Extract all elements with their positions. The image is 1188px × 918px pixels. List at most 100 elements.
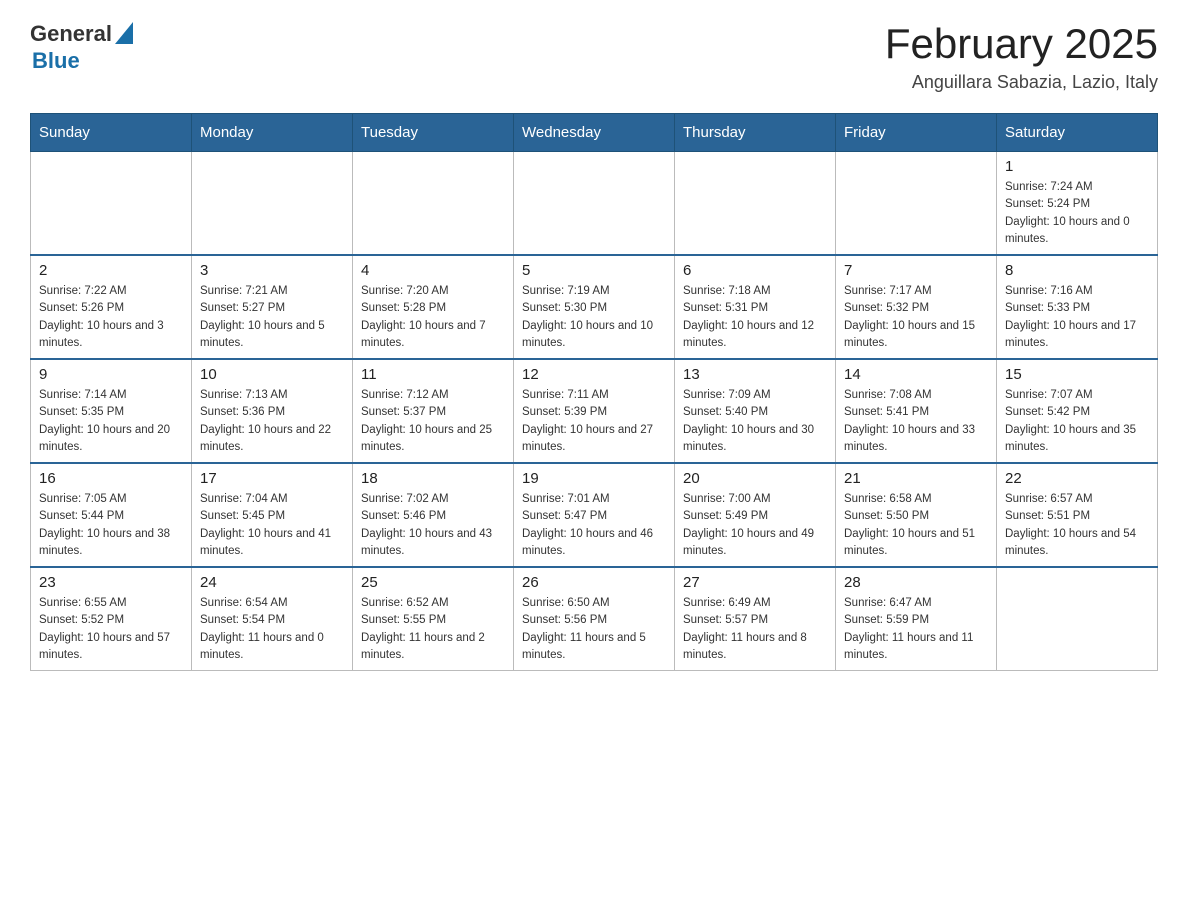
day-info: Sunrise: 7:11 AMSunset: 5:39 PMDaylight:… (522, 387, 666, 456)
day-info: Sunrise: 6:49 AMSunset: 5:57 PMDaylight:… (683, 595, 827, 664)
day-number: 18 (361, 470, 505, 487)
day-info: Sunrise: 7:01 AMSunset: 5:47 PMDaylight:… (522, 491, 666, 560)
day-number: 7 (844, 262, 988, 279)
calendar-day-cell (31, 152, 192, 256)
calendar-day-cell: 23 Sunrise: 6:55 AMSunset: 5:52 PMDayligh… (31, 567, 192, 671)
col-tuesday: Tuesday (353, 114, 514, 152)
calendar-day-cell (192, 152, 353, 256)
day-number: 15 (1005, 366, 1149, 383)
page-header: General Blue February 2025 Anguillara Sa… (30, 20, 1158, 93)
calendar-day-cell: 18 Sunrise: 7:02 AMSunset: 5:46 PMDayligh… (353, 463, 514, 567)
calendar-day-cell (675, 152, 836, 256)
day-info: Sunrise: 7:16 AMSunset: 5:33 PMDaylight:… (1005, 283, 1149, 352)
day-number: 23 (39, 574, 183, 591)
day-info: Sunrise: 6:55 AMSunset: 5:52 PMDaylight:… (39, 595, 183, 664)
calendar-day-cell: 11 Sunrise: 7:12 AMSunset: 5:37 PMDayligh… (353, 359, 514, 463)
calendar-day-cell: 19 Sunrise: 7:01 AMSunset: 5:47 PMDayligh… (514, 463, 675, 567)
calendar-day-cell: 12 Sunrise: 7:11 AMSunset: 5:39 PMDayligh… (514, 359, 675, 463)
day-info: Sunrise: 7:05 AMSunset: 5:44 PMDaylight:… (39, 491, 183, 560)
calendar-day-cell: 6 Sunrise: 7:18 AMSunset: 5:31 PMDaylight… (675, 255, 836, 359)
day-number: 4 (361, 262, 505, 279)
logo-triangle-icon (115, 22, 133, 44)
calendar-day-cell: 25Sunrise: 6:52 AMSunset: 5:55 PMDayligh… (353, 567, 514, 671)
day-number: 8 (1005, 262, 1149, 279)
day-number: 10 (200, 366, 344, 383)
col-monday: Monday (192, 114, 353, 152)
col-thursday: Thursday (675, 114, 836, 152)
title-block: February 2025 Anguillara Sabazia, Lazio,… (885, 20, 1158, 93)
calendar-day-cell: 22 Sunrise: 6:57 AMSunset: 5:51 PMDayligh… (997, 463, 1158, 567)
calendar-day-cell: 13 Sunrise: 7:09 AMSunset: 5:40 PMDayligh… (675, 359, 836, 463)
day-number: 20 (683, 470, 827, 487)
calendar-day-cell: 17 Sunrise: 7:04 AMSunset: 5:45 PMDayligh… (192, 463, 353, 567)
day-number: 21 (844, 470, 988, 487)
calendar-day-cell: 10Sunrise: 7:13 AMSunset: 5:36 PMDayligh… (192, 359, 353, 463)
calendar-day-cell (353, 152, 514, 256)
day-info: Sunrise: 7:18 AMSunset: 5:31 PMDaylight:… (683, 283, 827, 352)
day-info: Sunrise: 7:08 AMSunset: 5:41 PMDaylight:… (844, 387, 988, 456)
day-info: Sunrise: 6:47 AMSunset: 5:59 PMDaylight:… (844, 595, 988, 664)
calendar-day-cell: 15 Sunrise: 7:07 AMSunset: 5:42 PMDayligh… (997, 359, 1158, 463)
day-info: Sunrise: 6:57 AMSunset: 5:51 PMDaylight:… (1005, 491, 1149, 560)
col-wednesday: Wednesday (514, 114, 675, 152)
calendar-day-cell: 20 Sunrise: 7:00 AMSunset: 5:49 PMDayligh… (675, 463, 836, 567)
calendar-day-cell: 28 Sunrise: 6:47 AMSunset: 5:59 PMDayligh… (836, 567, 997, 671)
day-number: 19 (522, 470, 666, 487)
calendar-table: Sunday Monday Tuesday Wednesday Thursday… (30, 113, 1158, 671)
day-info: Sunrise: 6:58 AMSunset: 5:50 PMDaylight:… (844, 491, 988, 560)
calendar-day-cell: 2 Sunrise: 7:22 AMSunset: 5:26 PMDaylight… (31, 255, 192, 359)
day-number: 6 (683, 262, 827, 279)
logo: General Blue (30, 20, 133, 73)
day-number: 24 (200, 574, 344, 591)
day-info: Sunrise: 7:21 AMSunset: 5:27 PMDaylight:… (200, 283, 344, 352)
calendar-day-cell: 14Sunrise: 7:08 AMSunset: 5:41 PMDayligh… (836, 359, 997, 463)
logo-general: General (30, 22, 112, 46)
day-number: 5 (522, 262, 666, 279)
day-info: Sunrise: 7:07 AMSunset: 5:42 PMDaylight:… (1005, 387, 1149, 456)
day-info: Sunrise: 7:17 AMSunset: 5:32 PMDaylight:… (844, 283, 988, 352)
day-info: Sunrise: 7:04 AMSunset: 5:45 PMDaylight:… (200, 491, 344, 560)
calendar-day-cell: 3Sunrise: 7:21 AMSunset: 5:27 PMDaylight… (192, 255, 353, 359)
calendar-day-cell: 16Sunrise: 7:05 AMSunset: 5:44 PMDayligh… (31, 463, 192, 567)
col-sunday: Sunday (31, 114, 192, 152)
day-number: 25 (361, 574, 505, 591)
day-number: 1 (1005, 158, 1149, 175)
calendar-day-cell: 7 Sunrise: 7:17 AMSunset: 5:32 PMDaylight… (836, 255, 997, 359)
day-number: 27 (683, 574, 827, 591)
calendar-day-cell (514, 152, 675, 256)
month-title: February 2025 (885, 20, 1158, 68)
day-info: Sunrise: 7:00 AMSunset: 5:49 PMDaylight:… (683, 491, 827, 560)
day-number: 11 (361, 366, 505, 383)
calendar-week-row: 16Sunrise: 7:05 AMSunset: 5:44 PMDayligh… (31, 463, 1158, 567)
calendar-day-cell: 24 Sunrise: 6:54 AMSunset: 5:54 PMDayligh… (192, 567, 353, 671)
calendar-day-cell: 1 Sunrise: 7:24 AMSunset: 5:24 PMDaylight… (997, 152, 1158, 256)
day-info: Sunrise: 6:50 AMSunset: 5:56 PMDaylight:… (522, 595, 666, 664)
day-number: 28 (844, 574, 988, 591)
day-info: Sunrise: 6:54 AMSunset: 5:54 PMDaylight:… (200, 595, 344, 664)
day-number: 9 (39, 366, 183, 383)
logo-blue: Blue (32, 49, 133, 73)
calendar-week-row: 23 Sunrise: 6:55 AMSunset: 5:52 PMDayligh… (31, 567, 1158, 671)
day-info: Sunrise: 7:02 AMSunset: 5:46 PMDaylight:… (361, 491, 505, 560)
calendar-day-cell: 8 Sunrise: 7:16 AMSunset: 5:33 PMDaylight… (997, 255, 1158, 359)
day-number: 13 (683, 366, 827, 383)
day-info: Sunrise: 7:22 AMSunset: 5:26 PMDaylight:… (39, 283, 183, 352)
location-subtitle: Anguillara Sabazia, Lazio, Italy (885, 72, 1158, 93)
day-info: Sunrise: 7:12 AMSunset: 5:37 PMDaylight:… (361, 387, 505, 456)
calendar-day-cell: 27 Sunrise: 6:49 AMSunset: 5:57 PMDayligh… (675, 567, 836, 671)
col-saturday: Saturday (997, 114, 1158, 152)
day-info: Sunrise: 7:14 AMSunset: 5:35 PMDaylight:… (39, 387, 183, 456)
day-info: Sunrise: 7:09 AMSunset: 5:40 PMDaylight:… (683, 387, 827, 456)
calendar-week-row: 1 Sunrise: 7:24 AMSunset: 5:24 PMDaylight… (31, 152, 1158, 256)
day-number: 17 (200, 470, 344, 487)
day-number: 22 (1005, 470, 1149, 487)
day-number: 2 (39, 262, 183, 279)
day-number: 12 (522, 366, 666, 383)
day-info: Sunrise: 7:24 AMSunset: 5:24 PMDaylight:… (1005, 179, 1149, 248)
calendar-day-cell (836, 152, 997, 256)
day-info: Sunrise: 7:19 AMSunset: 5:30 PMDaylight:… (522, 283, 666, 352)
day-info: Sunrise: 7:20 AMSunset: 5:28 PMDaylight:… (361, 283, 505, 352)
calendar-day-cell: 26Sunrise: 6:50 AMSunset: 5:56 PMDayligh… (514, 567, 675, 671)
calendar-day-cell (997, 567, 1158, 671)
calendar-day-cell: 4 Sunrise: 7:20 AMSunset: 5:28 PMDaylight… (353, 255, 514, 359)
